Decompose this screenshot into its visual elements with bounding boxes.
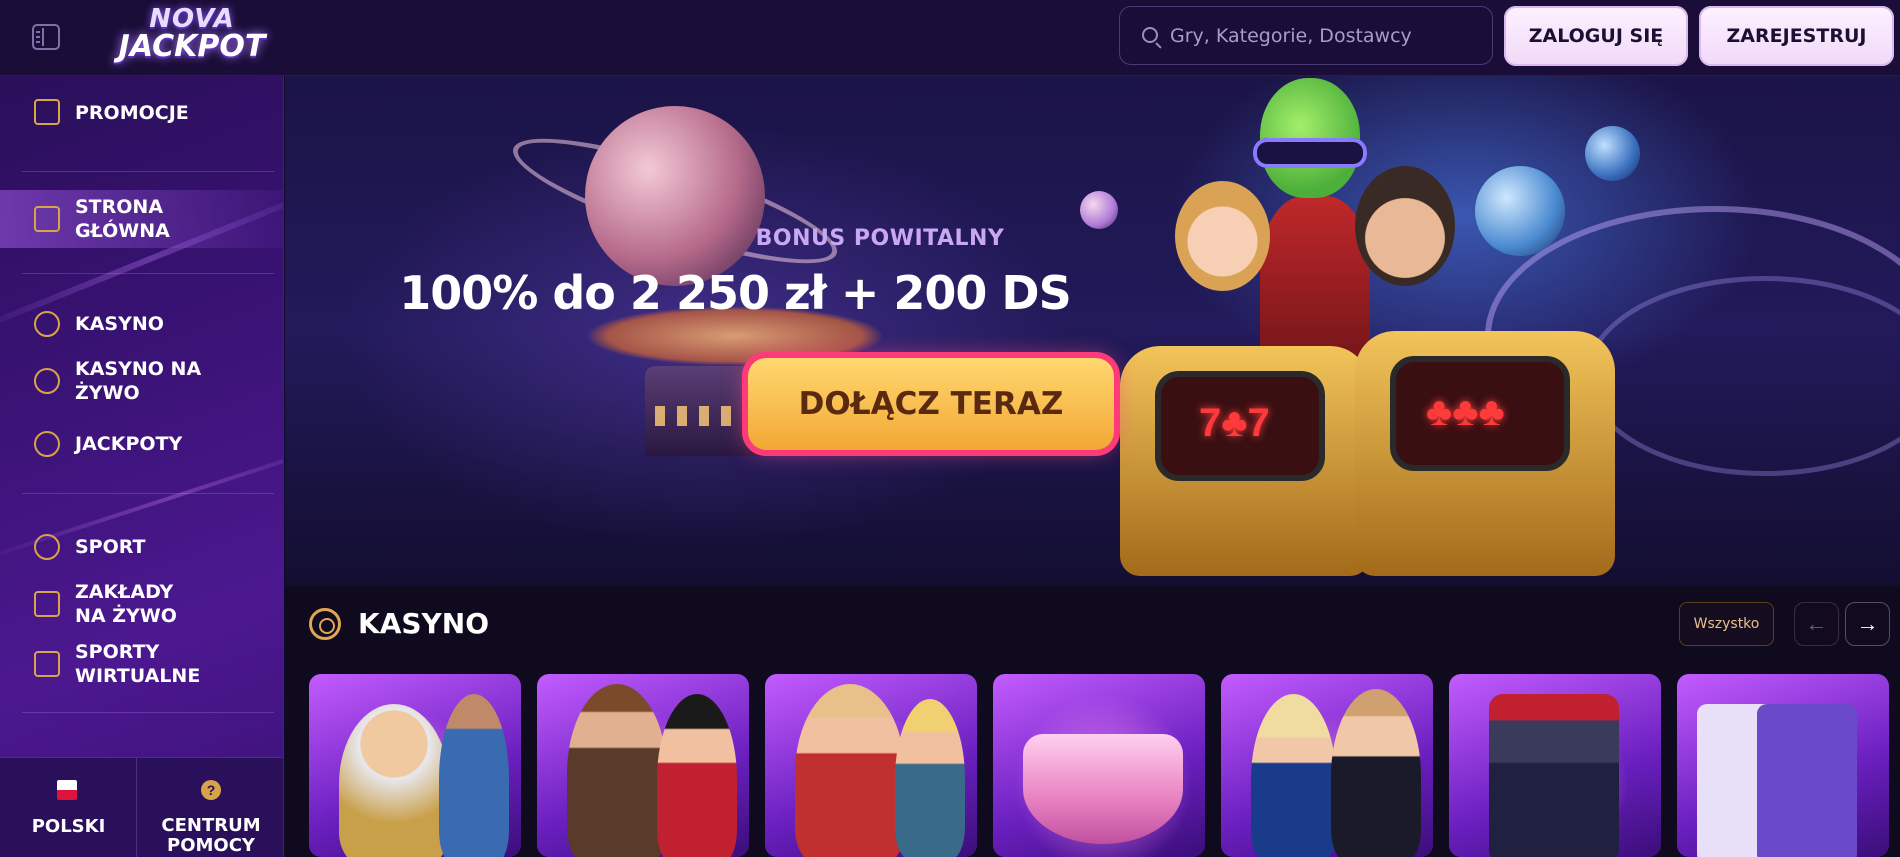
- sidebar-item-label: PROMOCJE: [75, 102, 189, 124]
- home-icon: [34, 206, 60, 232]
- sidebar-item-sport[interactable]: SPORT: [0, 527, 283, 567]
- alien-glasses: [1253, 138, 1367, 168]
- game-card-royal-crown[interactable]: [993, 674, 1205, 857]
- login-button[interactable]: ZALOGUJ SIĘ: [1504, 6, 1688, 66]
- game-carousel: [309, 674, 1900, 857]
- sidebar-item-strona-glowna[interactable]: STRONA GŁÓWNA: [0, 190, 283, 248]
- slot-screen: ♣♣♣: [1390, 356, 1570, 471]
- woman-figure: [895, 699, 965, 857]
- slot-machine-figure: [1489, 694, 1619, 857]
- sidebar-item-label: SPORT: [75, 536, 146, 558]
- casino-section: KASYNO Wszystko ← →: [285, 586, 1900, 857]
- sidebar-item-label: ZAKŁADY NA ŻYWO: [75, 581, 177, 627]
- join-now-button[interactable]: DOŁĄCZ TERAZ: [748, 358, 1114, 450]
- male-dealer-figure: [1331, 689, 1421, 857]
- sidebar-item-label: STRONA GŁÓWNA: [75, 196, 170, 242]
- planet-decoration: [1585, 126, 1640, 181]
- sidebar-item-label: SPORTY WIRTUALNE: [75, 641, 201, 687]
- sidebar-item-label: JACKPOTY: [75, 433, 183, 455]
- help-center-label: CENTRUM POMOCY: [161, 815, 261, 856]
- gift-icon: [34, 99, 60, 125]
- sidebar-divider: [22, 712, 274, 713]
- hero-bonus-label: BONUS POWITALNY: [755, 226, 1005, 251]
- game-card-slot-777[interactable]: [1449, 674, 1661, 857]
- woman-figure: [657, 694, 737, 857]
- top-header: NOVA JACKPOT ZALOGUJ SIĘ ZAREJESTRUJ: [0, 0, 1900, 76]
- prev-arrow-icon[interactable]: ←: [1794, 602, 1839, 646]
- section-title: KASYNO: [358, 607, 490, 640]
- language-label: POLSKI: [31, 816, 106, 837]
- hero-title: 100% do 2 250 zł + 200 DS: [399, 266, 1072, 320]
- cowboy-figure: [567, 684, 667, 857]
- game-card-blackjack[interactable]: [1677, 674, 1889, 857]
- sidebar-divider: [22, 171, 274, 172]
- man-figure: [439, 694, 509, 857]
- logo[interactable]: NOVA JACKPOT: [102, 6, 282, 66]
- see-all-button[interactable]: Wszystko: [1679, 602, 1774, 646]
- sidebar-item-sporty-wirtualne[interactable]: SPORTY WIRTUALNE: [0, 638, 283, 688]
- search-input[interactable]: [1170, 19, 1470, 53]
- slot-screen: 7♣7: [1155, 371, 1325, 481]
- gamepad-icon: [34, 651, 60, 677]
- help-center-button[interactable]: ? CENTRUM POMOCY: [138, 758, 283, 857]
- zeus-figure: [339, 704, 449, 857]
- game-card-fisherman[interactable]: [765, 674, 977, 857]
- poland-flag-icon: [57, 780, 77, 800]
- language-selector[interactable]: POLSKI: [0, 758, 137, 857]
- search-bar[interactable]: [1119, 6, 1493, 65]
- question-icon: ?: [201, 780, 221, 800]
- sidebar: PROMOCJE STRONA GŁÓWNA KASYNO KASYNO NA …: [0, 76, 284, 857]
- soccer-ball-icon: [34, 534, 60, 560]
- play-icon: [34, 591, 60, 617]
- seven-icon: [34, 431, 60, 457]
- register-button[interactable]: ZAREJESTRUJ: [1699, 6, 1894, 66]
- game-card-cowboy-adventure[interactable]: [537, 674, 749, 857]
- sidebar-item-kasyno[interactable]: KASYNO: [0, 306, 283, 346]
- game-card-live-dealers[interactable]: [1221, 674, 1433, 857]
- hero-banner[interactable]: 7♣7 ♣♣♣ BONUS POWITALNY 100% do 2 250 zł…: [285, 76, 1900, 586]
- sidebar-item-promocje[interactable]: PROMOCJE: [0, 84, 283, 142]
- spade-icon: [34, 368, 60, 394]
- sidebar-footer: POLSKI ? CENTRUM POMOCY: [0, 757, 283, 857]
- chip-icon: [34, 311, 60, 337]
- next-arrow-icon[interactable]: →: [1845, 602, 1890, 646]
- planet-decoration: [1080, 191, 1118, 229]
- sidebar-item-label: KASYNO NA ŻYWO: [75, 358, 202, 404]
- sidebar-toggle-icon[interactable]: [32, 24, 60, 50]
- planet-decoration: [1475, 166, 1565, 256]
- man-character: [1355, 166, 1455, 286]
- female-dealer-figure: [1251, 694, 1336, 857]
- crown-figure: [1023, 734, 1183, 844]
- seven-glyph-icon: 7♣7: [1199, 401, 1270, 445]
- logo-line2: JACKPOT: [118, 29, 266, 64]
- woman-character: [1175, 181, 1270, 291]
- sidebar-item-label: KASYNO: [75, 313, 164, 335]
- search-icon: [1142, 27, 1158, 43]
- game-card-zeus[interactable]: [309, 674, 521, 857]
- sidebar-item-jackpoty[interactable]: JACKPOTY: [0, 425, 283, 465]
- cherry-glyph-icon: ♣♣♣: [1426, 390, 1505, 434]
- planet-decoration: [585, 106, 765, 286]
- fisherman-figure: [795, 684, 905, 857]
- sidebar-divider: [22, 493, 274, 494]
- sidebar-item-kasyno-na-zywo[interactable]: KASYNO NA ŻYWO: [0, 356, 283, 406]
- sidebar-item-zaklady-na-zywo[interactable]: ZAKŁADY NA ŻYWO: [0, 578, 283, 628]
- sidebar-divider: [22, 273, 274, 274]
- playing-card-figure: [1757, 704, 1857, 857]
- chip-icon: [309, 608, 341, 640]
